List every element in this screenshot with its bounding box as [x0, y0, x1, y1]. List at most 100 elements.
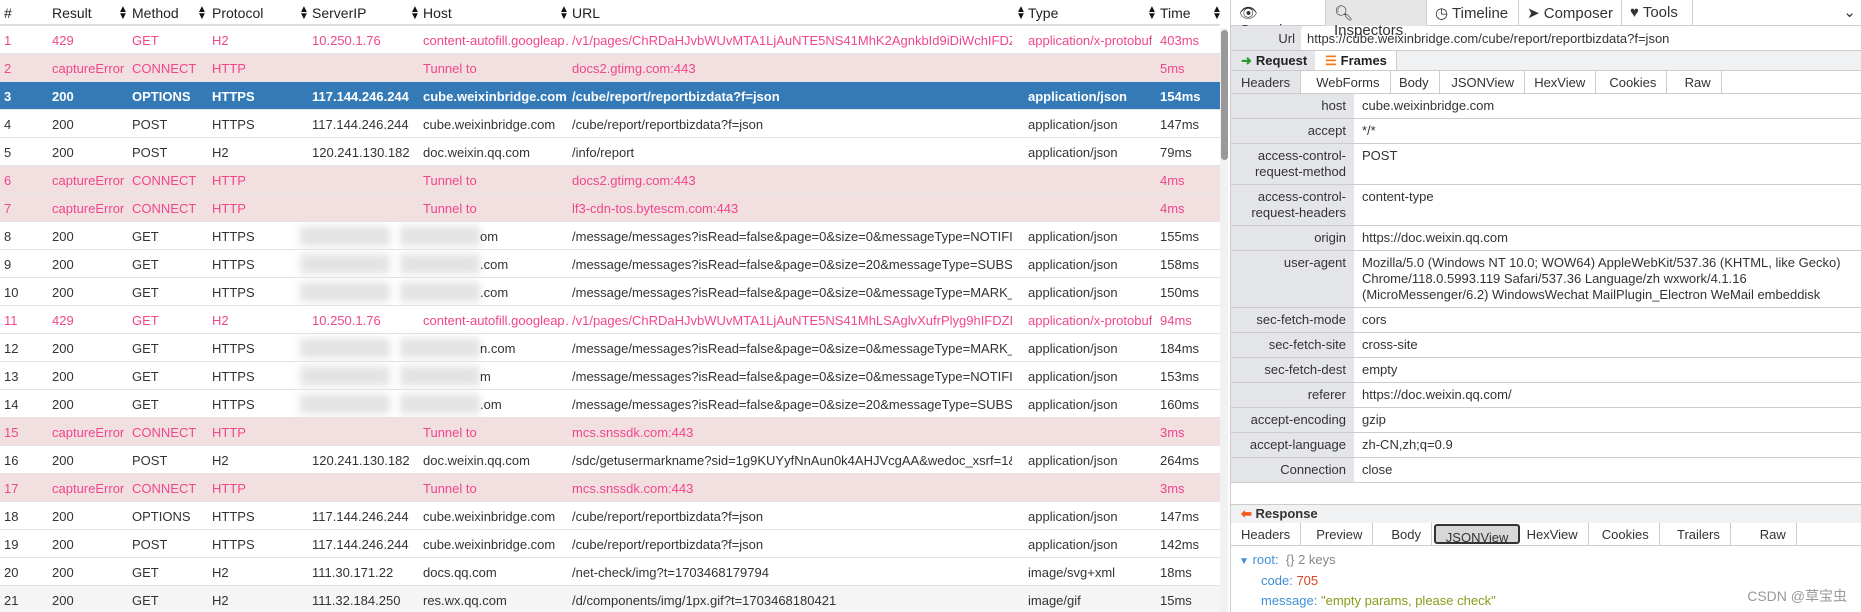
subtab-jsonview[interactable]: JSONView [1433, 524, 1521, 545]
column-header-method[interactable]: Method [132, 5, 179, 21]
cell-host: res.wx.qq.com [423, 593, 507, 608]
cell-url: /cube/report/reportbizdata?f=json [572, 509, 764, 524]
column-header-result[interactable]: Result [52, 5, 92, 21]
session-list: # Result ▲ ▼ Method ▲ ▼ Protocol ▲ ▼ ServerIP ▲ ▼ Hos… [0, 0, 1230, 612]
cell-protocol: HTTPS [212, 341, 255, 356]
subtab-raw[interactable]: Raw [1750, 523, 1797, 545]
session-row[interactable]: 14 200 GET HTTPS .om/message/messages?isRead… [0, 390, 1220, 418]
cell-time: 94ms [1160, 313, 1192, 328]
subtab-preview[interactable]: Preview [1306, 523, 1374, 545]
column-header-host[interactable]: Host [423, 5, 452, 21]
session-row[interactable]: 19 200 POST HTTPS 117.144.246.244 cube.weixin… [0, 530, 1220, 558]
cell-ip: 117.144.246.244 [312, 89, 409, 104]
tab-label: Timeline [1452, 5, 1509, 22]
header-row: accept-encoding gzip [1231, 408, 1861, 433]
session-row[interactable]: 1 429 GET H2 10.250.1.76 content-autofill.goo… [0, 26, 1220, 54]
session-row[interactable]: 8 200 GET HTTPS om/message/messages?isRead=f… [0, 222, 1220, 250]
tab-composer[interactable]: ➤ Composer [1519, 0, 1622, 26]
subtab-cookies[interactable]: Cookies [1592, 523, 1660, 545]
session-row[interactable]: 2 captureError CONNECT HTTP Tunnel to docs2.g… [0, 54, 1220, 82]
cell-method: CONNECT [132, 61, 197, 76]
subtab-raw[interactable]: Raw [1675, 71, 1722, 93]
cell-protocol: HTTPS [212, 537, 255, 552]
sort-icon[interactable]: ▲ ▼ [299, 5, 309, 22]
session-row[interactable]: 15 captureError CONNECT HTTP Tunnel to mcs.sn… [0, 418, 1220, 446]
cell-url: /message/messages?isRead=false&page=0&si… [572, 397, 1012, 412]
cell-result: 200 [52, 593, 74, 608]
session-row[interactable]: 3 200 OPTIONS HTTPS 117.144.246.244 cube.weix… [0, 82, 1220, 110]
session-row[interactable]: 11 429 GET H2 10.250.1.76 content-autofill.go… [0, 306, 1220, 334]
session-row[interactable]: 21 200 GET H2 111.32.184.250 res.wx.qq.com/d/… [0, 586, 1220, 612]
column-header-serverip[interactable]: ServerIP [312, 5, 366, 21]
url-value[interactable]: https://cube.weixinbridge.com/cube/repor… [1307, 31, 1669, 46]
cell-type: image/svg+xml [1028, 565, 1116, 580]
cell-url: /net-check/img?t=1703468179794 [572, 565, 769, 580]
tab-timeline[interactable]: ◷ Timeline [1427, 0, 1519, 26]
redaction-blur [300, 366, 390, 386]
session-row[interactable]: 18 200 OPTIONS HTTPS 117.144.246.244 cube.wei… [0, 502, 1220, 530]
cell-time: 4ms [1160, 173, 1185, 188]
session-row[interactable]: 5 200 POST H2 120.241.130.182 doc.weixin.qq.c… [0, 138, 1220, 166]
sort-icon[interactable]: ▲ ▼ [559, 5, 569, 22]
column-header-number[interactable]: # [4, 5, 12, 21]
sort-icon[interactable]: ▲ ▼ [410, 5, 420, 22]
tab-overview[interactable]: 👁 Overview [1231, 0, 1326, 39]
subtab-cookies[interactable]: Cookies [1599, 71, 1668, 93]
cell-method: GET [132, 397, 159, 412]
session-row[interactable]: 10 200 GET HTTPS .com/message/messages?isRea… [0, 278, 1220, 306]
request-tab[interactable]: ➜ Request [1231, 51, 1315, 70]
column-header-url[interactable]: URL [572, 5, 600, 21]
subtab-hexview[interactable]: HexView [1517, 523, 1589, 545]
session-row[interactable]: 7 captureError CONNECT HTTP Tunnel to lf3-cdn… [0, 194, 1220, 222]
header-name: origin [1231, 226, 1354, 250]
cell-n: 9 [4, 257, 12, 272]
json-root[interactable]: ▼ root: {} 2 keys [1239, 552, 1336, 567]
session-row[interactable]: 17 captureError CONNECT HTTP Tunnel to mcs.sn… [0, 474, 1220, 502]
heart-icon: ♥ [1630, 4, 1639, 21]
session-row[interactable]: 13 200 GET HTTPS m/message/messages?isRead=f… [0, 362, 1220, 390]
subtab-jsonview[interactable]: JSONView [1441, 71, 1526, 93]
cell-result: 200 [52, 229, 74, 244]
subtab-webforms[interactable]: WebForms [1306, 71, 1391, 93]
subtab-body[interactable]: Body [1381, 523, 1433, 545]
sort-icon[interactable]: ▲ ▼ [197, 5, 207, 22]
column-header-protocol[interactable]: Protocol [212, 5, 263, 21]
column-header-time[interactable]: Time [1160, 5, 1191, 21]
column-header-type[interactable]: Type [1028, 5, 1058, 21]
cell-time: 4ms [1160, 201, 1185, 216]
subtab-headers[interactable]: Headers [1231, 71, 1302, 93]
sort-icon[interactable]: ▲ ▼ [118, 5, 128, 22]
session-row[interactable]: 9 200 GET HTTPS .com/message/messages?isRead… [0, 250, 1220, 278]
cell-n: 1 [4, 33, 12, 48]
header-name: sec-fetch-mode [1231, 308, 1354, 332]
sort-icon[interactable]: ▲ ▼ [1016, 5, 1026, 22]
scrollbar-thumb[interactable] [1221, 30, 1228, 160]
sort-icon[interactable]: ▲ ▼ [1212, 5, 1222, 22]
header-name: host [1231, 94, 1354, 118]
json-key: message: [1261, 593, 1318, 608]
chevron-down-icon[interactable]: ⌄ [1843, 3, 1856, 21]
tab-tools[interactable]: ♥ Tools [1622, 0, 1693, 26]
subtab-trailers[interactable]: Trailers [1667, 523, 1731, 545]
header-value: cors [1362, 312, 1387, 327]
cell-protocol: HTTPS [212, 117, 255, 132]
sort-icon[interactable]: ▲ ▼ [1147, 5, 1157, 22]
header-value: https://doc.weixin.qq.com [1362, 230, 1508, 245]
header-value: */* [1362, 123, 1376, 138]
subtab-headers[interactable]: Headers [1231, 523, 1302, 545]
session-row[interactable]: 6 captureError CONNECT HTTP Tunnel to docs2.g… [0, 166, 1220, 194]
subtab-hexview[interactable]: HexView [1524, 71, 1597, 93]
frames-tab[interactable]: ☰ Frames [1315, 51, 1397, 70]
tab-inspectors[interactable]: 🔍︎Inspectors [1326, 0, 1427, 39]
cell-host: m [480, 369, 491, 384]
cell-url: /v1/pages/ChRDaHJvbWUvMTA1LjAuNTE5NS41Mh… [572, 33, 1012, 48]
session-row[interactable]: 20 200 GET H2 111.30.171.22 docs.qq.com/net-c… [0, 558, 1220, 586]
cell-result: 200 [52, 537, 74, 552]
session-row[interactable]: 4 200 POST HTTPS 117.144.246.244 cube.weixinb… [0, 110, 1220, 138]
search-icon: 🔍︎ [1334, 5, 1354, 22]
session-row[interactable]: 16 200 POST H2 120.241.130.182 doc.weixin.qq.… [0, 446, 1220, 474]
caret-down-icon[interactable]: ▼ [1239, 556, 1249, 567]
session-row[interactable]: 12 200 GET HTTPS n.com/message/messages?isRe… [0, 334, 1220, 362]
cell-type: application/json [1028, 369, 1118, 384]
subtab-body[interactable]: Body [1389, 71, 1440, 93]
